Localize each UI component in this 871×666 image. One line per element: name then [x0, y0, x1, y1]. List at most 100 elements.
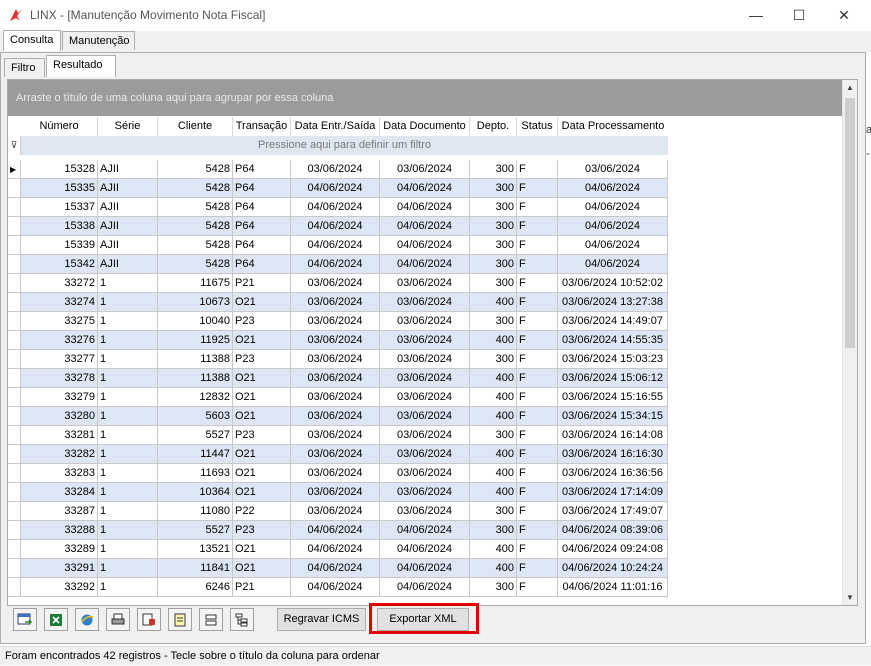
cell-serie[interactable]: 1	[98, 293, 158, 311]
cell-serie[interactable]: AJII	[98, 255, 158, 273]
cell-cliente[interactable]: 5603	[158, 407, 233, 425]
cell-data-entr-saida[interactable]: 03/06/2024	[291, 350, 380, 368]
cell-depto[interactable]: 400	[470, 407, 517, 425]
cell-status[interactable]: F	[517, 559, 558, 577]
cell-data-entr-saida[interactable]: 04/06/2024	[291, 540, 380, 558]
cell-numero[interactable]: 33282	[21, 445, 98, 463]
table-row[interactable]: 33277 1 11388 P23 03/06/2024 03/06/2024 300 F 03…	[8, 350, 668, 369]
cell-status[interactable]: F	[517, 369, 558, 387]
cell-cliente[interactable]: 5527	[158, 521, 233, 539]
table-row[interactable]: 15335 AJII 5428 P64 04/06/2024 04/06/2024 300 F…	[8, 179, 668, 198]
cell-data-documento[interactable]: 04/06/2024	[380, 559, 470, 577]
maximize-button[interactable]: ☐	[776, 0, 822, 31]
cell-data-documento[interactable]: 04/06/2024	[380, 521, 470, 539]
cell-transacao[interactable]: O21	[233, 331, 291, 349]
cell-status[interactable]: F	[517, 293, 558, 311]
cell-serie[interactable]: AJII	[98, 217, 158, 235]
scroll-down-icon[interactable]: ▼	[843, 590, 857, 605]
cell-numero[interactable]: 33291	[21, 559, 98, 577]
cell-transacao[interactable]: O21	[233, 293, 291, 311]
table-row[interactable]: 33288 1 5527 P23 04/06/2024 04/06/2024 300 F 04/…	[8, 521, 668, 540]
row-indicator[interactable]	[8, 236, 21, 254]
cell-data-documento[interactable]: 03/06/2024	[380, 445, 470, 463]
row-indicator[interactable]	[8, 312, 21, 330]
cell-data-entr-saida[interactable]: 03/06/2024	[291, 426, 380, 444]
col-header-depto[interactable]: Depto.	[470, 117, 517, 136]
cell-data-entr-saida[interactable]: 03/06/2024	[291, 407, 380, 425]
cell-cliente[interactable]: 10040	[158, 312, 233, 330]
col-header-numero[interactable]: Número	[21, 117, 98, 136]
row-indicator[interactable]	[8, 274, 21, 292]
cell-data-documento[interactable]: 04/06/2024	[380, 179, 470, 197]
cell-numero[interactable]: 15335	[21, 179, 98, 197]
cell-depto[interactable]: 300	[470, 350, 517, 368]
cell-depto[interactable]: 400	[470, 540, 517, 558]
cell-status[interactable]: F	[517, 388, 558, 406]
cell-data-entr-saida[interactable]: 03/06/2024	[291, 274, 380, 292]
cell-data-processamento[interactable]: 04/06/2024	[558, 217, 668, 235]
cell-data-documento[interactable]: 03/06/2024	[380, 426, 470, 444]
col-header-serie[interactable]: Série	[98, 117, 158, 136]
cell-data-processamento[interactable]: 03/06/2024 17:49:07	[558, 502, 668, 520]
cell-serie[interactable]: 1	[98, 578, 158, 596]
cell-numero[interactable]: 33276	[21, 331, 98, 349]
cell-transacao[interactable]: O21	[233, 369, 291, 387]
cell-cliente[interactable]: 13521	[158, 540, 233, 558]
cell-cliente[interactable]: 5428	[158, 236, 233, 254]
cell-status[interactable]: F	[517, 540, 558, 558]
cell-depto[interactable]: 300	[470, 521, 517, 539]
cell-depto[interactable]: 300	[470, 274, 517, 292]
cell-serie[interactable]: 1	[98, 274, 158, 292]
cell-data-processamento[interactable]: 03/06/2024 15:34:15	[558, 407, 668, 425]
cell-depto[interactable]: 400	[470, 483, 517, 501]
cell-numero[interactable]: 15338	[21, 217, 98, 235]
cell-cliente[interactable]: 5527	[158, 426, 233, 444]
cell-cliente[interactable]: 5428	[158, 198, 233, 216]
row-indicator[interactable]	[8, 350, 21, 368]
cell-transacao[interactable]: O21	[233, 559, 291, 577]
cell-transacao[interactable]: P64	[233, 255, 291, 273]
cell-depto[interactable]: 300	[470, 217, 517, 235]
cell-status[interactable]: F	[517, 407, 558, 425]
cell-serie[interactable]: 1	[98, 521, 158, 539]
scroll-thumb[interactable]	[845, 98, 855, 348]
cell-cliente[interactable]: 5428	[158, 160, 233, 178]
group-by-panel[interactable]: Arraste o título de uma coluna aqui para…	[8, 80, 843, 116]
cell-status[interactable]: F	[517, 483, 558, 501]
cell-numero[interactable]: 33283	[21, 464, 98, 482]
cell-numero[interactable]: 33287	[21, 502, 98, 520]
cell-depto[interactable]: 300	[470, 502, 517, 520]
cell-status[interactable]: F	[517, 198, 558, 216]
table-row[interactable]: 15337 AJII 5428 P64 04/06/2024 04/06/2024 300 F…	[8, 198, 668, 217]
cell-data-documento[interactable]: 04/06/2024	[380, 236, 470, 254]
cell-serie[interactable]: AJII	[98, 160, 158, 178]
cell-cliente[interactable]: 11693	[158, 464, 233, 482]
row-indicator[interactable]	[8, 521, 21, 539]
cell-cliente[interactable]: 6246	[158, 578, 233, 596]
tab-resultado[interactable]: Resultado	[46, 55, 116, 77]
cell-numero[interactable]: 33288	[21, 521, 98, 539]
document-icon[interactable]	[168, 608, 192, 631]
vertical-scrollbar[interactable]: ▲ ▼	[842, 80, 857, 605]
cell-depto[interactable]: 300	[470, 160, 517, 178]
cell-status[interactable]: F	[517, 502, 558, 520]
cell-status[interactable]: F	[517, 217, 558, 235]
cell-cliente[interactable]: 11447	[158, 445, 233, 463]
table-row[interactable]: ▶ 15328 AJII 5428 P64 03/06/2024 03/06/2024 300…	[8, 160, 668, 179]
cell-transacao[interactable]: P23	[233, 426, 291, 444]
cell-numero[interactable]: 33280	[21, 407, 98, 425]
cell-depto[interactable]: 300	[470, 578, 517, 596]
regravar-icms-button[interactable]: Regravar ICMS	[277, 608, 366, 631]
col-header-data-documento[interactable]: Data Documento	[380, 117, 470, 136]
table-row[interactable]: 33278 1 11388 O21 03/06/2024 03/06/2024 400 F 03…	[8, 369, 668, 388]
excel-icon[interactable]	[44, 608, 68, 631]
cell-transacao[interactable]: P22	[233, 502, 291, 520]
cell-data-processamento[interactable]: 04/06/2024 09:24:08	[558, 540, 668, 558]
cell-cliente[interactable]: 11388	[158, 369, 233, 387]
row-indicator[interactable]	[8, 540, 21, 558]
minimize-button[interactable]: —	[733, 0, 779, 31]
cell-status[interactable]: F	[517, 350, 558, 368]
cell-data-entr-saida[interactable]: 03/06/2024	[291, 331, 380, 349]
table-row[interactable]: 33292 1 6246 P21 04/06/2024 04/06/2024 300 F 04/…	[8, 578, 668, 597]
cell-data-entr-saida[interactable]: 04/06/2024	[291, 217, 380, 235]
